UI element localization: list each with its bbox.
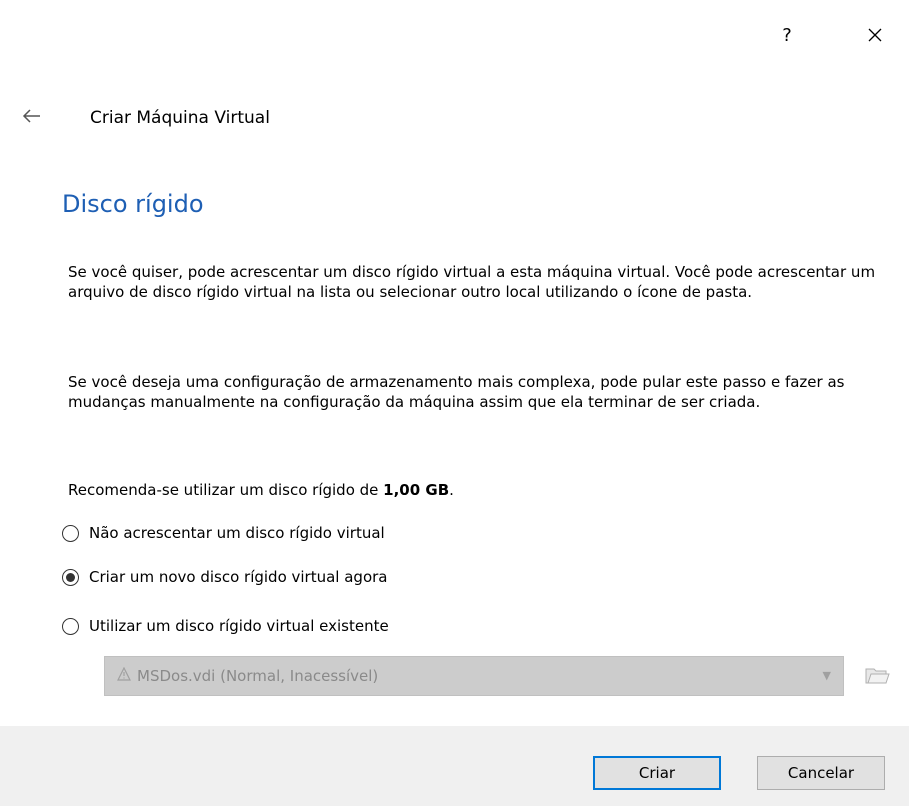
close-button[interactable] <box>860 20 890 50</box>
choose-disk-file-button[interactable] <box>862 662 892 690</box>
wizard-header: Criar Máquina Virtual <box>22 103 270 133</box>
option-no-disk[interactable]: Não acrescentar um disco rígido virtual <box>62 524 385 542</box>
radio-create-disk[interactable] <box>62 568 79 586</box>
help-button[interactable]: ? <box>772 20 802 50</box>
warning-icon <box>117 666 131 685</box>
option-no-disk-label: Não acrescentar um disco rígido virtual <box>89 524 385 542</box>
option-create-disk[interactable]: Criar um novo disco rígido virtual agora <box>62 568 388 586</box>
chevron-down-icon: ▼ <box>822 669 831 682</box>
option-create-disk-label: Criar um novo disco rígido virtual agora <box>89 568 388 586</box>
radio-no-disk[interactable] <box>62 524 79 542</box>
page-title: Disco rígido <box>62 190 204 218</box>
close-icon <box>868 28 882 42</box>
description-paragraph-1: Se você quiser, pode acrescentar um disc… <box>68 263 876 301</box>
back-button[interactable] <box>22 103 52 133</box>
recommendation-text: Recomenda-se utilizar um disco rígido de… <box>68 480 898 500</box>
existing-disk-select[interactable]: MSDos.vdi (Normal, Inacessível) ▼ <box>104 656 844 696</box>
recommendation-suffix: . <box>449 481 454 499</box>
radio-existing-disk[interactable] <box>62 617 79 635</box>
button-bar: Criar Cancelar <box>0 726 909 806</box>
cancel-button[interactable]: Cancelar <box>757 756 885 790</box>
wizard-title: Criar Máquina Virtual <box>90 108 270 128</box>
create-button[interactable]: Criar <box>593 756 721 790</box>
option-existing-disk-label: Utilizar um disco rígido virtual existen… <box>89 617 389 635</box>
arrow-left-icon <box>22 109 40 123</box>
folder-icon <box>865 668 890 684</box>
option-existing-disk[interactable]: Utilizar um disco rígido virtual existen… <box>62 617 389 635</box>
recommended-size: 1,00 GB <box>383 481 450 499</box>
recommendation-prefix: Recomenda-se utilizar um disco rígido de <box>68 481 384 499</box>
description-paragraph-2: Se você deseja uma configuração de armaz… <box>68 373 845 411</box>
existing-disk-select-value: MSDos.vdi (Normal, Inacessível) <box>137 667 379 685</box>
